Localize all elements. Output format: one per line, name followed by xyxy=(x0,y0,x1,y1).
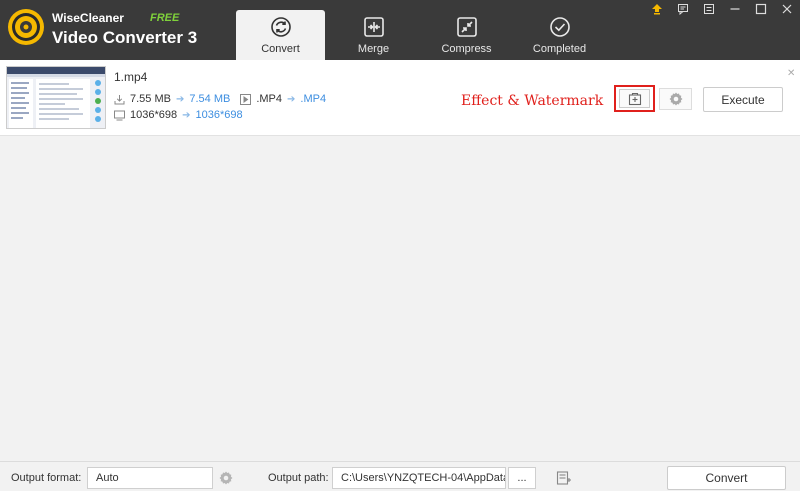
completed-icon xyxy=(549,17,570,37)
brand: WiseCleaner FREE Video Converter 3 xyxy=(52,11,197,49)
compress-icon xyxy=(456,17,477,37)
size-to: 7.54 MB xyxy=(189,93,231,105)
output-format-select[interactable]: Auto xyxy=(87,467,213,489)
res-from: 1036*698 xyxy=(130,109,178,121)
file-list-area: 1.mp4 7.55 MB ➔ 7.54 MB .MP4 ➔ .MP4 1036… xyxy=(0,60,800,461)
effect-watermark-annotation: Effect & Watermark xyxy=(461,93,604,109)
resolution-row: 1036*698 ➔ 1036*698 xyxy=(114,108,243,122)
file-size-format-row: 7.55 MB ➔ 7.54 MB .MP4 ➔ .MP4 xyxy=(114,92,326,106)
remove-file-icon[interactable]: ✕ xyxy=(787,68,795,79)
title-bar: WiseCleaner FREE Video Converter 3 Conve… xyxy=(0,0,800,60)
feedback-icon xyxy=(678,4,688,15)
free-badge: FREE xyxy=(150,12,180,24)
app-logo-icon xyxy=(8,9,44,45)
output-path-label: Output path: xyxy=(268,472,329,484)
brand-main: Video Converter 3 xyxy=(52,28,198,47)
merge-icon xyxy=(363,17,384,37)
upgrade-button[interactable] xyxy=(644,0,670,18)
video-thumbnail xyxy=(6,66,106,129)
gear-icon xyxy=(669,92,682,106)
convert-button[interactable]: Convert xyxy=(667,466,786,490)
feedback-button[interactable] xyxy=(670,0,696,18)
convert-icon xyxy=(270,17,291,37)
tab-completed[interactable]: Completed xyxy=(515,10,604,60)
tab-merge-label: Merge xyxy=(357,43,390,55)
maximize-icon xyxy=(755,3,767,15)
window-controls xyxy=(644,0,800,18)
resolution-icon xyxy=(114,110,125,120)
file-name: 1.mp4 xyxy=(114,70,148,84)
tab-compress[interactable]: Compress xyxy=(422,10,511,60)
minimize-button[interactable] xyxy=(722,0,748,18)
res-to: 1036*698 xyxy=(195,109,243,121)
maximize-button[interactable] xyxy=(748,0,774,18)
output-format-label: Output format: xyxy=(11,472,82,484)
size-from: 7.55 MB xyxy=(130,93,171,105)
tab-merge[interactable]: Merge xyxy=(329,10,418,60)
tab-convert-label: Convert xyxy=(261,43,300,55)
bottom-bar: Output format: Auto Output path: C:\User… xyxy=(0,461,800,491)
close-button[interactable] xyxy=(774,0,800,18)
effect-watermark-button[interactable] xyxy=(614,85,655,112)
close-icon xyxy=(782,4,792,14)
tab-completed-label: Completed xyxy=(532,43,587,55)
tab-convert[interactable]: Convert xyxy=(236,10,325,60)
arrow-icon: ➔ xyxy=(287,93,296,105)
upgrade-icon xyxy=(652,4,662,15)
effect-icon xyxy=(628,92,641,105)
execute-button[interactable]: Execute xyxy=(703,87,783,112)
arrow-icon: ➔ xyxy=(175,93,185,105)
output-path-field[interactable]: C:\Users\YNZQTECH-04\AppData... xyxy=(332,467,506,489)
open-folder-icon xyxy=(556,471,571,485)
menu-icon xyxy=(704,4,714,14)
arrow-icon: ➔ xyxy=(182,109,191,121)
tab-compress-label: Compress xyxy=(441,43,492,55)
menu-button[interactable] xyxy=(696,0,722,18)
format-to: .MP4 xyxy=(300,93,327,105)
file-settings-button[interactable] xyxy=(659,88,692,110)
file-row[interactable]: 1.mp4 7.55 MB ➔ 7.54 MB .MP4 ➔ .MP4 1036… xyxy=(0,60,800,136)
format-from: .MP4 xyxy=(256,93,283,105)
format-settings-button[interactable] xyxy=(219,471,233,488)
browse-button[interactable]: ... xyxy=(508,467,536,489)
minimize-icon xyxy=(730,8,740,10)
file-size-icon xyxy=(114,94,125,104)
open-folder-button[interactable] xyxy=(550,467,578,489)
main-tabs: Convert Merge Compress Completed xyxy=(236,10,608,60)
video-format-icon xyxy=(240,93,252,105)
gear-icon xyxy=(219,471,233,485)
